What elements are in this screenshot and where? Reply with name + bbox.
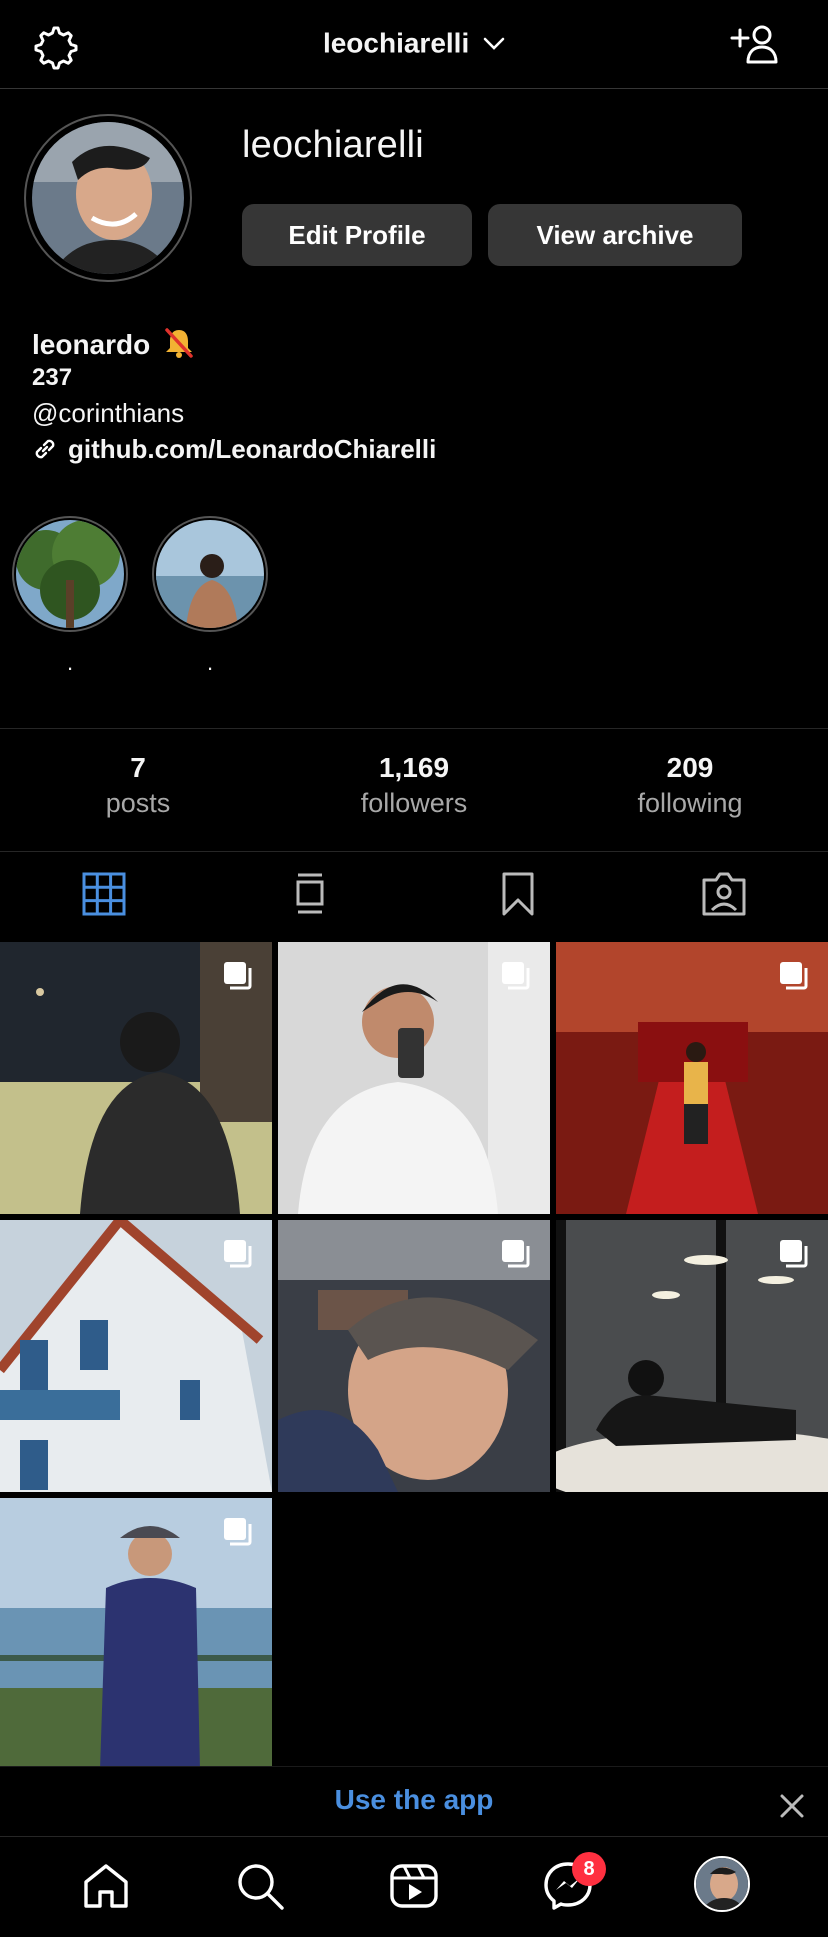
multi-post-icon: [224, 1518, 252, 1546]
search-icon[interactable]: [234, 1860, 286, 1912]
edit-profile-button[interactable]: Edit Profile: [242, 204, 472, 266]
bio-link-row[interactable]: github.com/LeonardoChiarelli: [32, 434, 436, 465]
multi-post-icon: [780, 962, 808, 990]
tagged-icon[interactable]: [700, 870, 748, 918]
highlight-2-label: .: [206, 650, 214, 675]
feed-icon[interactable]: [286, 870, 334, 918]
post-4[interactable]: [0, 1220, 272, 1492]
tree-photo: [16, 520, 124, 628]
following-count: 209: [666, 752, 714, 783]
chevron-down-icon: [483, 37, 505, 50]
post-5[interactable]: [278, 1220, 550, 1492]
add-user-icon[interactable]: [730, 22, 780, 66]
story-highlight-2[interactable]: [152, 516, 268, 632]
bio-name-row: leonardo: [32, 326, 196, 361]
reels-icon[interactable]: [388, 1860, 440, 1912]
profile-nav-avatar[interactable]: [694, 1856, 750, 1912]
use-app-link[interactable]: Use the app: [0, 1784, 828, 1816]
link-icon: [35, 439, 55, 459]
post-1[interactable]: [0, 942, 272, 1214]
username-switcher[interactable]: leochiarelli: [0, 26, 828, 60]
stat-posts: 7 posts: [0, 752, 276, 819]
multi-post-icon: [780, 1240, 808, 1268]
stat-followers[interactable]: 1,169 followers: [276, 752, 552, 819]
followers-count: 1,169: [378, 752, 450, 783]
posts-label: posts: [105, 788, 171, 818]
muted-bell-icon: [165, 328, 193, 358]
bio-line-1: 237: [32, 364, 73, 391]
post-6[interactable]: [556, 1220, 828, 1492]
multi-post-icon: [224, 1240, 252, 1268]
post-2[interactable]: [278, 942, 550, 1214]
bio-link: github.com/LeonardoChiarelli: [68, 434, 437, 464]
multi-post-icon: [502, 962, 530, 990]
bio-name: leonardo: [32, 329, 151, 360]
stat-following[interactable]: 209 following: [552, 752, 828, 819]
home-icon[interactable]: [80, 1860, 132, 1912]
messages-badge: 8: [572, 1852, 606, 1886]
beach-photo: [156, 520, 264, 628]
posts-count: 7: [130, 752, 146, 783]
multi-post-icon: [502, 1240, 530, 1268]
header-username: leochiarelli: [322, 27, 470, 59]
view-archive-button[interactable]: View archive: [488, 204, 742, 266]
post-7[interactable]: [0, 1498, 272, 1770]
bio-mention[interactable]: @corinthians: [32, 398, 184, 429]
followers-label: followers: [360, 788, 468, 818]
grid-icon[interactable]: [80, 870, 128, 918]
highlight-1-label: .: [66, 650, 74, 675]
profile-username: leochiarelli: [242, 124, 424, 166]
story-highlight-1[interactable]: [12, 516, 128, 632]
close-icon[interactable]: [776, 1790, 808, 1822]
post-3[interactable]: [556, 942, 828, 1214]
following-label: following: [637, 788, 743, 818]
saved-icon[interactable]: [494, 870, 542, 918]
multi-post-icon: [224, 962, 252, 990]
profile-avatar[interactable]: [32, 122, 184, 274]
